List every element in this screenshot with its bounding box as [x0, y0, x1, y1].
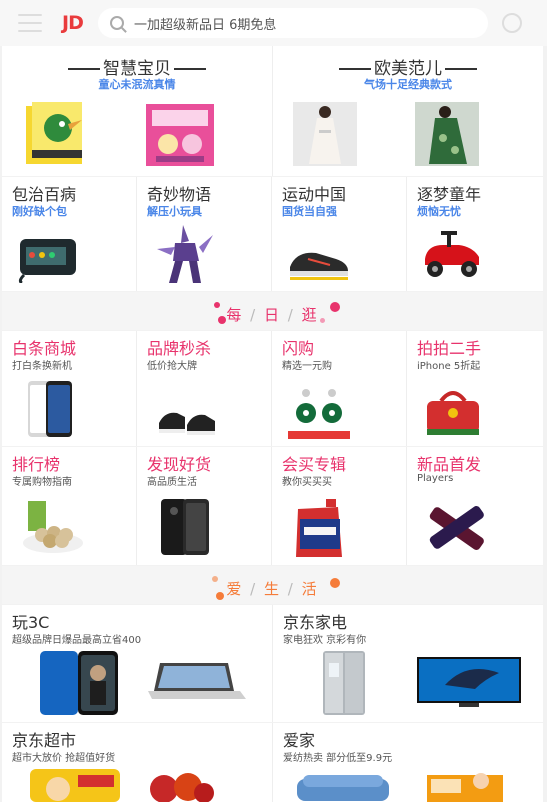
section-daily-header: 每 / 日 / 逛: [2, 292, 543, 330]
apples-image: [150, 773, 214, 802]
cell-title: 会买专辑: [282, 455, 347, 474]
cell-qimiao-wuyu[interactable]: 奇妙物语 解压小玩具: [137, 177, 271, 291]
bedding-image: [427, 773, 503, 802]
cell-subtitle: 精选一元购: [282, 361, 332, 372]
cell-subtitle: 超市大放价 抢超值好货: [12, 753, 116, 764]
cell-title: 品牌秒杀: [147, 339, 212, 358]
cell-baozhi-baibing[interactable]: 包治百病 刚好缺个包: [2, 177, 136, 291]
cell-subtitle: 专属购物指南: [12, 477, 72, 488]
cell-title: 运动中国: [282, 185, 347, 204]
daily-grid-row-1: 白条商城 打白条换新机 品牌秒杀 低价抢大牌 闪购 精选一元购 拍拍二手 iPh…: [2, 331, 543, 446]
banner-subtitle: 气场十足经典款式: [364, 78, 452, 91]
search-icon: [110, 16, 124, 30]
cell-paipai-secondhand[interactable]: 拍拍二手 iPhone 5折起: [407, 331, 543, 446]
cell-title: 奇妙物语: [147, 185, 212, 204]
mini-cells-row: 包治百病 刚好缺个包 奇妙物语 解压小玩具 运动中国 国货当自强 逐梦童年 烦恼…: [2, 177, 543, 291]
cell-shangou[interactable]: 闪购 精选一元购: [272, 331, 406, 446]
jd-logo[interactable]: JD: [62, 12, 90, 34]
smartphone-image: [28, 381, 72, 437]
green-dress-image: [415, 102, 479, 166]
user-icon[interactable]: [502, 13, 522, 33]
search-bar[interactable]: 一加超级新品日 6期免息: [98, 8, 488, 38]
refrigerator-image: [323, 651, 365, 715]
cell-huimai-album[interactable]: 会买专辑 教你买买买: [272, 447, 406, 565]
cell-subtitle: 教你买买买: [282, 477, 332, 488]
cell-zhumeng-tongnian[interactable]: 逐梦童年 烦恼无忧: [407, 177, 543, 291]
cell-jd-supermarket[interactable]: 京东超市 超市大放价 抢超值好货: [2, 723, 272, 802]
cell-subtitle: 低价抢大牌: [147, 361, 197, 372]
top-bar: JD 一加超级新品日 6期免息: [0, 0, 547, 46]
cell-jd-appliances[interactable]: 京东家电 家电狂欢 京彩有你: [273, 605, 543, 722]
cell-subtitle: 超级品牌日爆品最高立省400: [12, 635, 142, 646]
banner-zhihui-baobei[interactable]: 智慧宝贝 童心未泯流真情: [2, 46, 272, 176]
section-title: 爱 / 生 / 活: [226, 580, 319, 598]
cell-title: 京东家电: [283, 613, 348, 632]
cell-brand-flash-sale[interactable]: 品牌秒杀 低价抢大牌: [137, 331, 271, 446]
cell-ranking[interactable]: 排行榜 专属购物指南: [2, 447, 136, 565]
cell-subtitle: Players: [417, 473, 454, 484]
crossed-phones-image: [429, 506, 484, 550]
motor-oil-image: [296, 499, 342, 557]
menu-icon[interactable]: [18, 14, 42, 32]
cell-yundong-zhongguo[interactable]: 运动中国 国货当自强: [272, 177, 406, 291]
cell-title: 闪购: [282, 339, 315, 358]
snack-pack-image: [30, 769, 120, 802]
cell-title: 排行榜: [12, 455, 61, 474]
cell-play-3c[interactable]: 玩3C 超级品牌日爆品最高立省400: [2, 605, 272, 722]
white-dress-image: [293, 102, 357, 166]
cell-title: 新品首发: [417, 455, 482, 474]
handbag-image: [18, 239, 76, 283]
banner-oumei-faner[interactable]: 欧美范儿 气场十足经典款式: [273, 46, 543, 176]
jade-earrings-image: [288, 389, 350, 439]
cell-ai-jia[interactable]: 爱家 爱纺热卖 部分低至9.9元: [273, 723, 543, 802]
life-grid-row-2: 京东超市 超市大放价 抢超值好货 爱家 爱纺热卖 部分低至9.9元: [2, 723, 543, 802]
cell-title: 玩3C: [12, 613, 50, 632]
cell-title: 白条商城: [12, 339, 77, 358]
top-banner-card: 智慧宝贝 童心未泯流真情 欧美范儿 气场十足经典款式: [2, 46, 543, 176]
smartphones-image: [40, 651, 118, 715]
pistachio-nuts-image: [23, 501, 83, 553]
section-title: 每 / 日 / 逛: [226, 306, 319, 324]
section-life-header: 爱 / 生 / 活: [2, 566, 543, 604]
black-phone-image: [161, 499, 209, 555]
cell-subtitle: 家电狂欢 京彩有你: [283, 635, 367, 646]
cell-subtitle: 爱纺热卖 部分低至9.9元: [283, 753, 393, 764]
search-placeholder: 一加超级新品日 6期免息: [134, 17, 277, 33]
cell-subtitle: 高品质生活: [147, 477, 197, 488]
robot-figure-image: [157, 225, 213, 283]
canvas-shoes-image: [159, 412, 215, 435]
cell-title: 拍拍二手: [417, 339, 482, 358]
children-books-image: [26, 102, 82, 164]
laptop-image: [148, 663, 246, 699]
cell-title: 发现好货: [147, 455, 212, 474]
cell-discover-goods[interactable]: 发现好货 高品质生活: [137, 447, 271, 565]
cell-title: 包治百病: [12, 185, 77, 204]
cell-title: 京东超市: [12, 731, 77, 750]
tv-image: [417, 657, 521, 707]
princess-book-image: [146, 104, 214, 166]
red-handbag-image: [427, 391, 479, 435]
sneaker-image: [290, 252, 348, 280]
cell-new-release[interactable]: 新品首发 Players: [407, 447, 543, 565]
sofa-image: [297, 775, 389, 801]
cell-subtitle: iPhone 5折起: [417, 361, 481, 372]
cell-subtitle: 国货当自强: [282, 205, 337, 218]
daily-grid-row-2: 排行榜 专属购物指南 发现好货 高品质生活 会买专辑 教你买买买 新品首发 Pl…: [2, 447, 543, 565]
cell-subtitle: 打白条换新机: [12, 361, 72, 372]
cell-subtitle: 烦恼无忧: [417, 205, 461, 218]
cell-subtitle: 刚好缺个包: [12, 205, 67, 218]
life-grid-row-1: 玩3C 超级品牌日爆品最高立省400 京东家电 家电狂欢 京彩有你: [2, 605, 543, 722]
ride-on-car-image: [425, 231, 479, 277]
cell-subtitle: 解压小玩具: [147, 205, 202, 218]
jd-home-page: JD 一加超级新品日 6期免息 智慧宝贝 童心未泯流真情 欧美范儿 气场十足经典…: [0, 0, 547, 802]
cell-title: 逐梦童年: [417, 185, 482, 204]
banner-subtitle: 童心未泯流真情: [98, 78, 176, 91]
cell-baitiao-mall[interactable]: 白条商城 打白条换新机: [2, 331, 136, 446]
cell-title: 爱家: [283, 731, 316, 750]
